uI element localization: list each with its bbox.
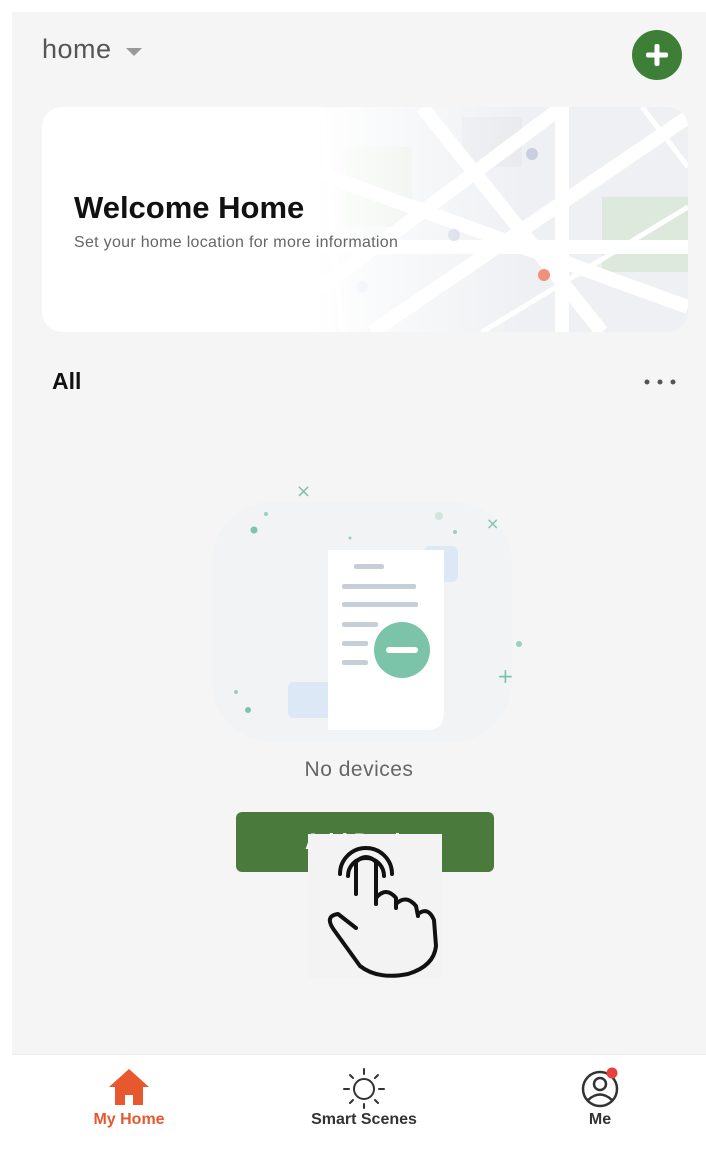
notification-dot bbox=[606, 1067, 618, 1079]
app-screen: home Welcome Home Set your home location… bbox=[12, 12, 706, 1158]
section-title: All bbox=[52, 368, 82, 394]
tap-hand-icon bbox=[308, 834, 442, 978]
svg-text:×: × bbox=[486, 514, 499, 533]
svg-text:×: × bbox=[296, 481, 311, 502]
welcome-subtitle: Set your home location for more informat… bbox=[74, 234, 399, 251]
home-icon bbox=[109, 1069, 149, 1105]
tab-smart-scenes[interactable]: Smart Scenes bbox=[274, 1055, 454, 1158]
svg-text:+: + bbox=[497, 664, 514, 688]
more-options-button[interactable] bbox=[638, 370, 682, 394]
add-button[interactable] bbox=[632, 30, 682, 80]
home-name: home bbox=[42, 34, 112, 64]
plus-icon bbox=[646, 44, 668, 66]
welcome-title: Welcome Home bbox=[74, 190, 305, 225]
tab-label: Smart Scenes bbox=[311, 1111, 417, 1128]
welcome-card[interactable]: Welcome Home Set your home location for … bbox=[42, 107, 688, 332]
home-selector[interactable]: home bbox=[42, 34, 142, 65]
caret-down-icon bbox=[125, 47, 142, 56]
header: home bbox=[12, 12, 706, 92]
empty-state-message: No devices bbox=[304, 758, 414, 781]
no-devices-illustration: × × + bbox=[212, 481, 522, 742]
tab-me[interactable]: Me bbox=[510, 1055, 690, 1158]
tab-my-home[interactable]: My Home bbox=[39, 1055, 219, 1158]
tab-label: Me bbox=[588, 1111, 612, 1128]
user-icon bbox=[581, 1067, 619, 1108]
tab-label: My Home bbox=[93, 1111, 165, 1128]
more-horizontal-icon bbox=[644, 379, 676, 385]
sun-icon bbox=[343, 1068, 385, 1109]
tab-bar: My Home Smart Scenes Me bbox=[12, 1054, 706, 1158]
